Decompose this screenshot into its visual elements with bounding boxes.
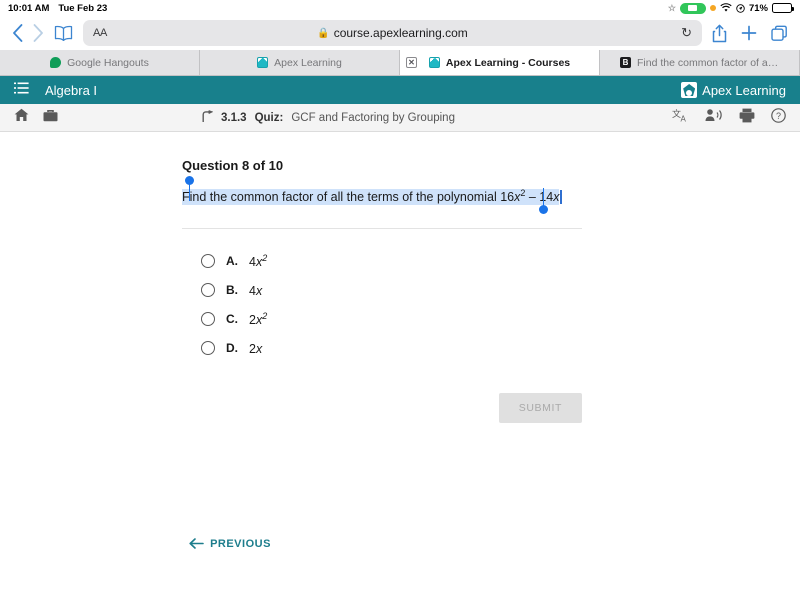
tab-title: Google Hangouts: [67, 56, 149, 69]
url-text: course.apexlearning.com: [333, 26, 468, 40]
tab-title: Apex Learning: [274, 56, 342, 69]
question-heading: Question 8 of 10: [182, 158, 284, 173]
svg-text:?: ?: [776, 111, 781, 121]
quiz-content: Question 8 of 10 Find the common factor …: [0, 132, 800, 564]
answer-option-b[interactable]: B. 4x: [182, 276, 800, 305]
forward-icon: [33, 24, 44, 42]
breadcrumb-number: 3.1.3: [221, 111, 247, 124]
tab-title: Apex Learning - Courses: [445, 56, 571, 69]
hamburger-menu-icon[interactable]: [14, 81, 29, 99]
answer-option-a[interactable]: A. 4x2: [182, 247, 800, 276]
breadcrumb-name: GCF and Factoring by Grouping: [291, 111, 455, 124]
breadcrumb-toolbar: 3.1.3 Quiz: GCF and Factoring by Groupin…: [0, 104, 800, 132]
prompt-variable-2: x: [553, 190, 560, 205]
breadcrumb: 3.1.3 Quiz: GCF and Factoring by Groupin…: [200, 109, 455, 126]
browser-tab[interactable]: Apex Learning: [200, 50, 400, 75]
option-value: 4x: [249, 284, 263, 299]
home-icon[interactable]: [14, 108, 29, 127]
answer-options: A. 4x2 B. 4x C. 2x2 D. 2x: [182, 247, 800, 363]
radio-button[interactable]: [201, 283, 215, 298]
answer-option-c[interactable]: C. 2x2: [182, 305, 800, 334]
address-bar[interactable]: AA 🔒 course.apexlearning.com ↻: [83, 20, 702, 46]
print-icon[interactable]: [739, 108, 755, 128]
prompt-prefix: Find the common factor of all the terms …: [182, 190, 515, 205]
hangouts-favicon: [50, 57, 62, 68]
question-prompt-wrapper[interactable]: Find the common factor of all the terms …: [182, 176, 582, 214]
svg-text:A: A: [681, 114, 687, 123]
radio-button[interactable]: [201, 312, 215, 327]
location-icon: [736, 3, 745, 13]
selection-handle-end[interactable]: [539, 188, 548, 214]
safari-toolbar: AA 🔒 course.apexlearning.com ↻: [0, 16, 800, 50]
orange-privacy-dot-icon: [709, 5, 716, 11]
option-value: 2x2: [249, 311, 268, 328]
breadcrumb-kind: Quiz:: [254, 111, 284, 124]
share-icon[interactable]: [712, 24, 727, 43]
ios-status-bar: 10:01 AM Tue Feb 23 ☆ 71%: [0, 0, 800, 16]
battery-icon: [772, 3, 794, 13]
text-size-button[interactable]: AA: [93, 27, 107, 39]
option-value: 2x: [249, 342, 263, 357]
help-icon[interactable]: ?: [771, 107, 786, 128]
option-letter: C.: [226, 312, 238, 327]
option-letter: B.: [226, 283, 238, 298]
apex-learning-logo: Apex Learning: [681, 82, 786, 98]
app-header: Algebra I Apex Learning: [0, 76, 800, 104]
answer-option-d[interactable]: D. 2x: [182, 334, 800, 363]
browser-tab[interactable]: Google Hangouts: [0, 50, 200, 75]
translate-icon[interactable]: 文 A: [672, 108, 689, 128]
close-icon[interactable]: ✕: [406, 57, 417, 68]
divider: [182, 227, 582, 229]
wifi-icon: [720, 3, 732, 12]
apex-favicon: [257, 57, 269, 68]
new-tab-icon[interactable]: [741, 25, 757, 41]
option-letter: D.: [226, 341, 238, 356]
selection-handle-start[interactable]: [185, 176, 194, 201]
browser-tab-active[interactable]: ✕ Apex Learning - Courses: [400, 50, 600, 75]
previous-label: PREVIOUS: [210, 537, 271, 550]
submit-button[interactable]: SUBMIT: [498, 392, 582, 423]
tab-title: Find the common factor of all th...: [637, 56, 779, 69]
prompt-middle: – 14: [525, 190, 554, 205]
briefcase-icon[interactable]: [43, 109, 58, 127]
apex-logo-icon: [681, 82, 698, 98]
radio-button[interactable]: [201, 254, 215, 269]
apex-favicon: [428, 57, 440, 68]
option-letter: A.: [226, 254, 238, 269]
arrow-left-icon: [189, 538, 204, 549]
brand-name: Apex Learning: [702, 82, 786, 98]
status-date: Tue Feb 23: [58, 2, 108, 14]
reload-icon[interactable]: ↻: [681, 25, 692, 41]
brainly-favicon: B: [620, 57, 631, 68]
status-time: 10:01 AM: [8, 2, 50, 14]
lock-icon: 🔒: [317, 27, 330, 39]
radio-button[interactable]: [201, 341, 215, 356]
text-caret: [560, 190, 562, 205]
browser-tab[interactable]: B Find the common factor of all th...: [600, 50, 800, 75]
show-tabs-icon[interactable]: [771, 25, 788, 42]
screen-record-icon: [679, 2, 706, 14]
read-aloud-icon[interactable]: [705, 108, 723, 127]
previous-link[interactable]: PREVIOUS: [189, 538, 271, 550]
question-prompt: Find the common factor of all the terms …: [182, 188, 560, 206]
star-icon: ☆: [667, 2, 676, 13]
option-value: 4x2: [249, 253, 268, 270]
go-up-icon[interactable]: [200, 109, 214, 126]
battery-percent-label: 71%: [748, 2, 768, 14]
course-title: Algebra I: [45, 82, 98, 98]
bookmarks-icon[interactable]: [54, 25, 73, 41]
back-icon[interactable]: [12, 24, 23, 42]
tab-strip: Google Hangouts Apex Learning ✕ Apex Lea…: [0, 50, 800, 76]
